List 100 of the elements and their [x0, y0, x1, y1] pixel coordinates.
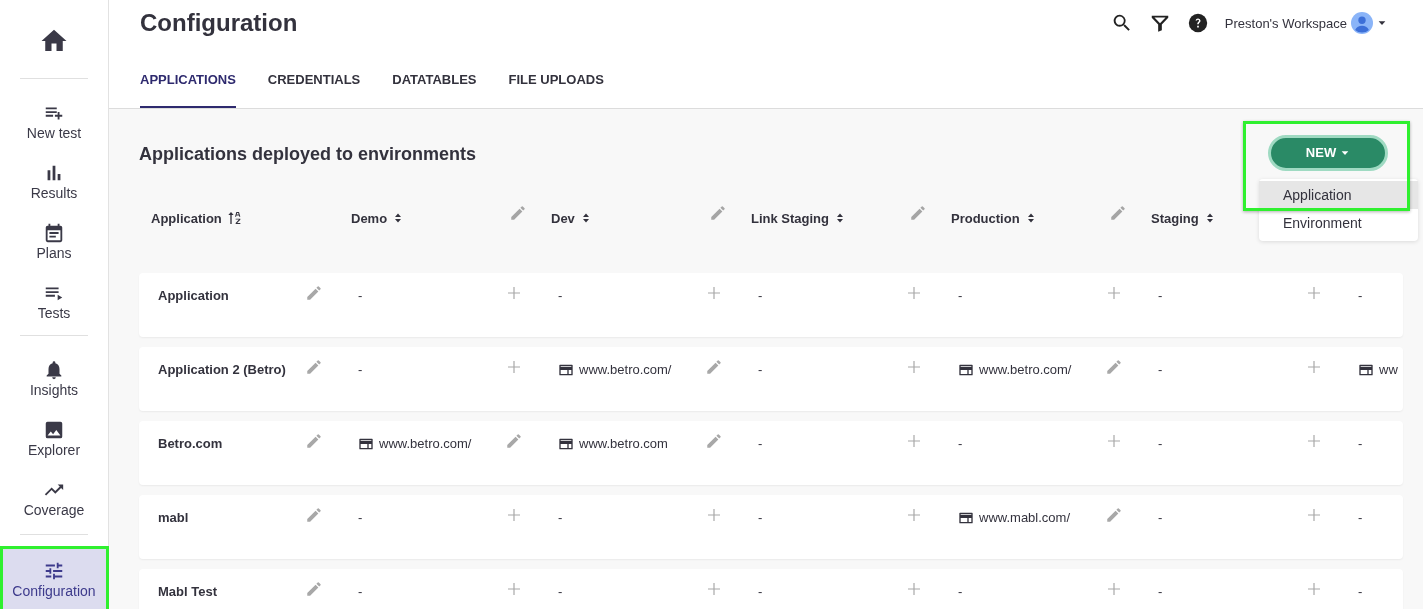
nav-item[interactable]: Plans: [2, 211, 106, 271]
empty-value: -: [758, 436, 763, 451]
application-name: Mabl Test: [158, 584, 217, 599]
tab[interactable]: DATATABLES: [392, 46, 477, 108]
add-icon[interactable]: [1105, 284, 1123, 302]
empty-value: -: [1158, 510, 1163, 525]
application-name: Betro.com: [158, 436, 223, 451]
empty-value: -: [558, 584, 563, 599]
add-icon[interactable]: [1305, 358, 1323, 376]
empty-value: -: [358, 510, 363, 525]
add-icon[interactable]: [905, 580, 923, 598]
edit-icon[interactable]: [909, 204, 927, 222]
empty-value: -: [1358, 288, 1363, 303]
edit-icon[interactable]: [705, 358, 723, 376]
add-icon[interactable]: [705, 580, 723, 598]
add-icon[interactable]: [1305, 580, 1323, 598]
nav-item[interactable]: Insights: [2, 348, 106, 408]
browser-window-icon: [958, 362, 974, 378]
section-title: Applications deployed to environments: [139, 142, 478, 165]
add-icon[interactable]: [505, 580, 523, 598]
menu-item[interactable]: Environment: [1259, 208, 1418, 237]
sort-icon: [834, 212, 846, 224]
nav-item[interactable]: Configuration: [2, 549, 106, 609]
empty-value: -: [1358, 436, 1363, 451]
add-icon[interactable]: [1105, 432, 1123, 450]
nav-item[interactable]: Tests: [2, 271, 106, 331]
add-icon[interactable]: [505, 284, 523, 302]
page-title: Configuration: [140, 9, 299, 37]
add-icon[interactable]: [505, 506, 523, 524]
edit-icon[interactable]: [305, 506, 323, 524]
avatar-icon: [1351, 12, 1373, 34]
help-icon[interactable]: [1186, 12, 1209, 34]
empty-value: -: [558, 510, 563, 525]
empty-value: -: [1158, 436, 1163, 451]
application-name: Application: [158, 288, 229, 303]
empty-value: -: [1158, 362, 1163, 377]
edit-icon[interactable]: [505, 432, 523, 450]
column-header[interactable]: Staging: [1151, 210, 1199, 226]
new-button[interactable]: NEW: [1268, 134, 1388, 171]
edit-icon[interactable]: [709, 204, 727, 222]
empty-value: -: [358, 288, 363, 303]
empty-value: -: [1158, 288, 1163, 303]
empty-value: -: [358, 584, 363, 599]
empty-value: -: [958, 436, 963, 451]
edit-icon[interactable]: [1109, 204, 1127, 222]
column-header[interactable]: Demo: [351, 210, 388, 226]
sort-ascending-icon: [226, 210, 243, 226]
add-icon[interactable]: [705, 506, 723, 524]
empty-value: -: [1358, 510, 1363, 525]
empty-value: -: [958, 584, 963, 599]
tab[interactable]: FILE UPLOADS: [508, 46, 604, 108]
edit-icon[interactable]: [305, 580, 323, 598]
add-icon[interactable]: [1305, 432, 1323, 450]
url-text: www.mabl.com/: [979, 510, 1071, 525]
browser-window-icon: [1358, 362, 1374, 378]
add-icon[interactable]: [1105, 580, 1123, 598]
edit-icon[interactable]: [705, 432, 723, 450]
empty-value: -: [758, 510, 763, 525]
tab[interactable]: CREDENTIALS: [267, 46, 361, 108]
application-name: Application 2 (Betro): [158, 362, 286, 377]
add-icon[interactable]: [905, 432, 923, 450]
nav-item[interactable]: New test: [2, 91, 106, 151]
column-header[interactable]: Application: [151, 210, 222, 226]
menu-item[interactable]: Application: [1259, 180, 1418, 209]
add-icon[interactable]: [905, 506, 923, 524]
calendar-icon: [43, 221, 65, 244]
empty-value: -: [958, 288, 963, 303]
edit-icon[interactable]: [1105, 358, 1123, 376]
add-icon[interactable]: [905, 284, 923, 302]
url-text: www.betro.com/: [979, 362, 1072, 377]
browser-window-icon: [558, 362, 574, 378]
edit-icon[interactable]: [509, 204, 527, 222]
column-header[interactable]: Production: [951, 210, 1020, 226]
column-header[interactable]: Dev: [551, 210, 575, 226]
empty-value: -: [558, 288, 563, 303]
add-icon[interactable]: [1305, 284, 1323, 302]
edit-icon[interactable]: [305, 284, 323, 302]
url-text: ww: [1379, 362, 1398, 377]
add-icon[interactable]: [905, 358, 923, 376]
nav-item[interactable]: Coverage: [2, 468, 106, 528]
empty-value: -: [1158, 584, 1163, 599]
add-icon[interactable]: [1305, 506, 1323, 524]
nav-item[interactable]: Results: [2, 151, 106, 211]
edit-icon[interactable]: [305, 432, 323, 450]
workspace-menu[interactable]: Preston's Workspace: [1224, 12, 1387, 34]
tab[interactable]: APPLICATIONS: [140, 46, 236, 108]
application-name: mabl: [158, 510, 189, 525]
empty-value: -: [758, 362, 763, 377]
url-text: www.betro.com: [579, 436, 668, 451]
browser-window-icon: [558, 436, 574, 452]
column-header[interactable]: Link Staging: [751, 210, 829, 226]
edit-icon[interactable]: [305, 358, 323, 376]
add-icon[interactable]: [705, 284, 723, 302]
add-icon[interactable]: [505, 358, 523, 376]
browser-window-icon: [958, 510, 974, 526]
edit-icon[interactable]: [1105, 506, 1123, 524]
nav-item[interactable]: Explorer: [2, 408, 106, 468]
empty-value: -: [758, 288, 763, 303]
empty-value: -: [1358, 584, 1363, 599]
empty-value: -: [758, 584, 763, 599]
